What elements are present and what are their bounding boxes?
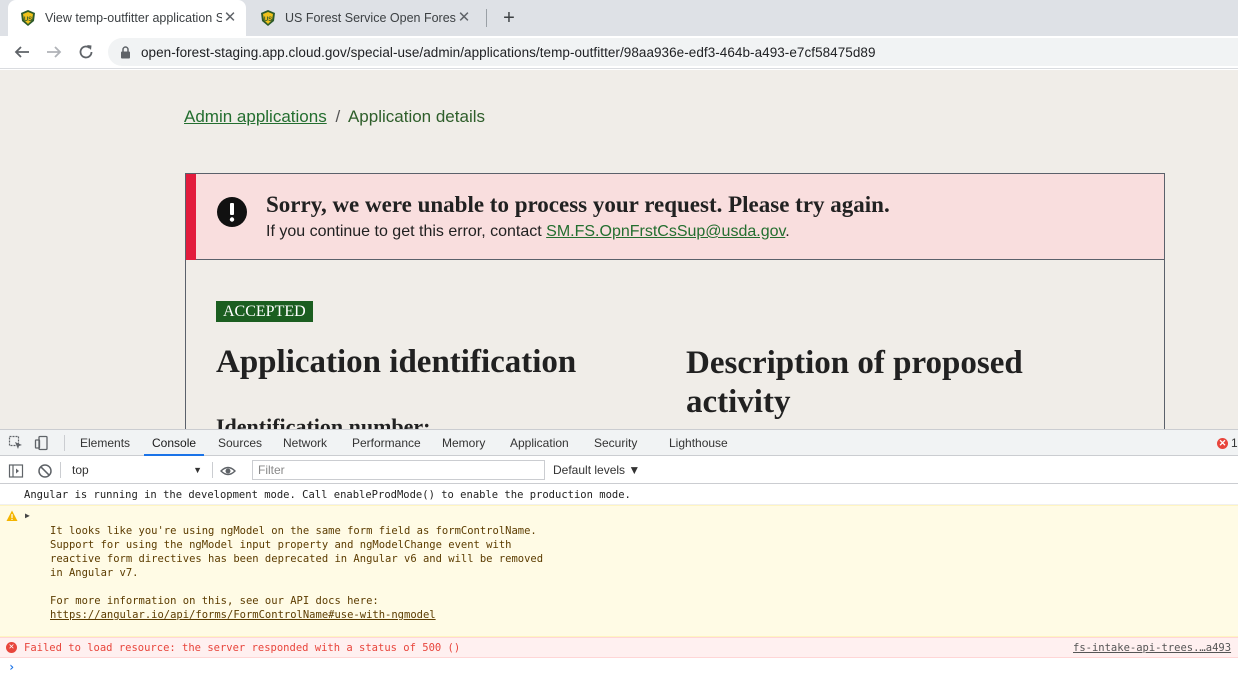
devtools-tab-application[interactable]: Application xyxy=(510,430,569,456)
devtools-tabbar: Elements Console Sources Network Perform… xyxy=(0,430,1238,456)
dropdown-arrow-icon: ▼ xyxy=(193,465,202,475)
browser-tab-active[interactable]: US View temp-outfitter application S ✕ xyxy=(8,0,246,36)
url-text: open-forest-staging.app.cloud.gov/specia… xyxy=(141,44,876,60)
devtools-panel: Elements Console Sources Network Perform… xyxy=(0,429,1238,697)
error-alert: Sorry, we were unable to process your re… xyxy=(186,174,1164,260)
reload-button[interactable] xyxy=(75,41,97,63)
alert-text: If you continue to get this error, conta… xyxy=(266,223,790,241)
devtools-tab-performance[interactable]: Performance xyxy=(352,430,421,456)
devtools-tab-security[interactable]: Security xyxy=(594,430,637,456)
toolbar-divider xyxy=(60,462,61,478)
back-button[interactable] xyxy=(11,41,33,63)
svg-text:US: US xyxy=(24,17,32,23)
error-count-indicator[interactable]: ✕ 1 xyxy=(1217,436,1238,450)
identification-number-label: Identification number: xyxy=(216,414,431,429)
tab-close-icon[interactable]: ✕ xyxy=(456,10,472,26)
warning-message-text: It looks like you're using ngModel on th… xyxy=(50,525,544,607)
context-selector-value: top xyxy=(72,463,89,477)
console-output: Angular is running in the development mo… xyxy=(0,485,1238,698)
live-expression-eye-icon[interactable] xyxy=(220,463,236,479)
devtools-tab-memory[interactable]: Memory xyxy=(442,430,485,456)
error-count: 1 xyxy=(1231,436,1238,450)
page-viewport: Admin applications / Application details… xyxy=(0,70,1238,429)
devtools-tab-elements[interactable]: Elements xyxy=(80,430,130,456)
show-sidebar-icon[interactable] xyxy=(8,463,24,479)
warning-icon xyxy=(6,510,18,521)
tab-title: US Forest Service Open Forest xyxy=(285,11,456,25)
toolbar-divider xyxy=(212,462,213,478)
browser-toolbar: open-forest-staging.app.cloud.gov/specia… xyxy=(0,36,1238,69)
tab-title: View temp-outfitter application S xyxy=(45,11,222,25)
device-toolbar-icon[interactable] xyxy=(34,435,50,451)
alert-text-before: If you continue to get this error, conta… xyxy=(266,223,547,240)
address-bar[interactable]: open-forest-staging.app.cloud.gov/specia… xyxy=(108,38,1238,66)
context-selector[interactable]: top ▼ xyxy=(66,461,206,479)
log-levels-dropdown[interactable]: Default levels ▼ xyxy=(553,461,640,479)
svg-text:US: US xyxy=(264,17,272,23)
devtools-tab-sources[interactable]: Sources xyxy=(218,430,262,456)
console-message-info: Angular is running in the development mo… xyxy=(0,485,1238,505)
breadcrumb-separator: / xyxy=(335,107,341,126)
console-message-text: Angular is running in the development mo… xyxy=(24,489,631,501)
reload-icon xyxy=(79,45,93,59)
expand-triangle-icon[interactable]: ▶ xyxy=(25,511,30,520)
console-message-error: ✕ Failed to load resource: the server re… xyxy=(0,637,1238,658)
clear-console-icon[interactable] xyxy=(37,463,53,479)
alert-heading: Sorry, we were unable to process your re… xyxy=(266,192,890,217)
breadcrumb-admin-applications-link[interactable]: Admin applications xyxy=(184,107,327,126)
breadcrumb-current: Application details xyxy=(347,107,485,126)
console-filter-input[interactable]: Filter xyxy=(252,460,545,480)
error-source-link[interactable]: fs-intake-api-trees.…a493 xyxy=(1073,642,1231,654)
error-icon: ✕ xyxy=(1217,437,1228,449)
error-exclamation-icon xyxy=(217,197,247,227)
warning-message: It looks like you're using ngModel on th… xyxy=(50,524,543,622)
lock-icon xyxy=(121,45,130,58)
toolbar-divider xyxy=(64,435,65,451)
application-card: Sorry, we were unable to process your re… xyxy=(185,173,1165,429)
error-message-text: Failed to load resource: the server resp… xyxy=(24,642,461,654)
description-heading: Description of proposed activity xyxy=(686,345,1023,420)
support-email-link[interactable]: SM.FS.OpnFrstCsSup@usda.gov xyxy=(546,223,785,240)
browser-tabstrip: US View temp-outfitter application S ✕ U… xyxy=(0,0,1238,36)
tab-close-icon[interactable]: ✕ xyxy=(222,10,238,26)
error-icon: ✕ xyxy=(6,642,17,653)
tab-separator xyxy=(486,9,487,27)
console-filterbar: top ▼ Filter Default levels ▼ xyxy=(0,457,1238,484)
application-identification-heading: Application identification xyxy=(216,344,577,380)
forest-service-favicon-icon: US xyxy=(20,10,36,26)
inspect-element-icon[interactable] xyxy=(8,435,24,451)
devtools-tab-console[interactable]: Console xyxy=(144,430,205,456)
forward-button[interactable] xyxy=(43,41,65,63)
back-arrow-icon xyxy=(14,46,29,58)
alert-accent-bar xyxy=(186,174,196,260)
devtools-tab-network[interactable]: Network xyxy=(283,430,327,456)
breadcrumb: Admin applications / Application details xyxy=(184,107,485,127)
console-prompt-chevron-icon[interactable]: › xyxy=(8,660,15,674)
forward-arrow-icon xyxy=(47,46,62,58)
console-message-warning: ▶ It looks like you're using ngModel on … xyxy=(0,505,1238,637)
status-badge: ACCEPTED xyxy=(216,301,313,322)
angular-docs-link[interactable]: https://angular.io/api/forms/FormControl… xyxy=(50,609,436,621)
new-tab-button[interactable]: + xyxy=(499,8,519,28)
devtools-tab-lighthouse[interactable]: Lighthouse xyxy=(669,430,728,456)
alert-text-after: . xyxy=(785,223,790,240)
forest-service-favicon-icon: US xyxy=(260,10,276,26)
browser-tab[interactable]: US US Forest Service Open Forest ✕ xyxy=(250,0,480,36)
